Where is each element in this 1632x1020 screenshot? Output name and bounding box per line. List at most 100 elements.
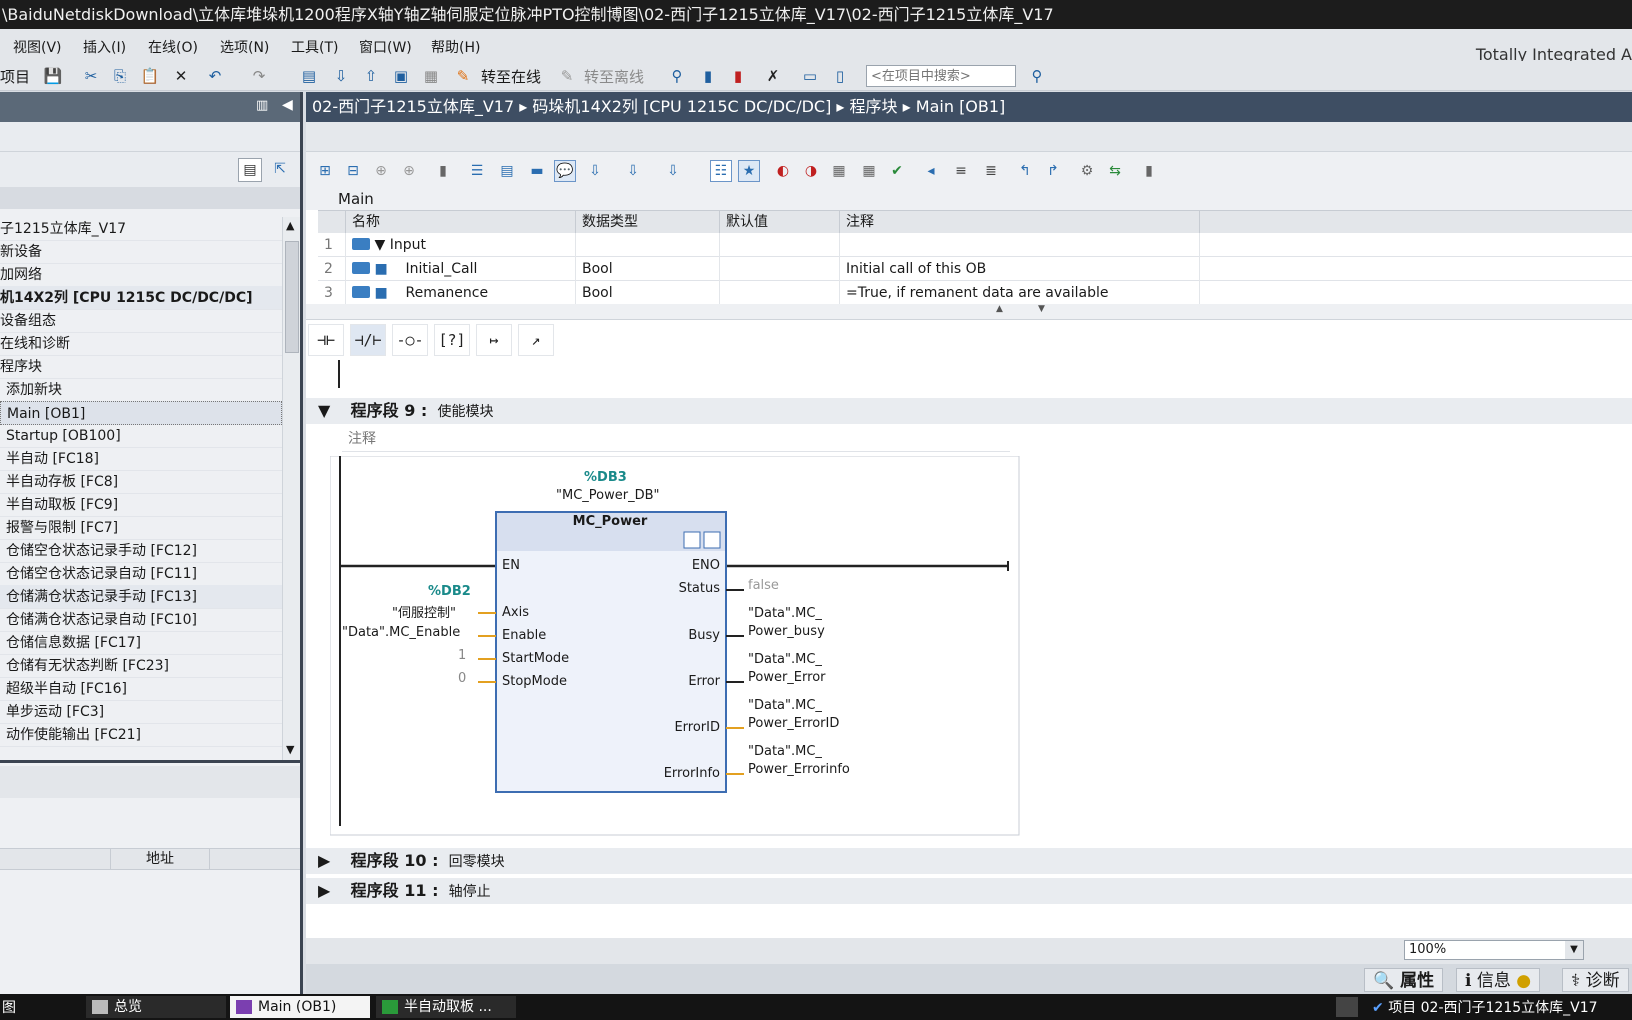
tree-item-online-diag[interactable]: 在线和诊断 — [0, 332, 282, 356]
errorinfo-operand-line2[interactable]: Power_Errorinfo — [748, 762, 850, 777]
go-offline-button[interactable]: 转至离线 — [584, 66, 644, 87]
pin-icon[interactable]: ▥ — [256, 98, 268, 113]
project-search-input[interactable] — [866, 65, 1016, 87]
menu-options[interactable]: 选项(N) — [220, 37, 269, 57]
empty-box-icon[interactable]: [?] — [434, 324, 470, 356]
tree-list-icon[interactable]: ≣ — [980, 160, 1002, 182]
tree-item-fc10[interactable]: 仓储满仓状态记录自动 [FC10] — [0, 608, 282, 632]
tree-item-fc9[interactable]: 半自动取板 [FC9] — [0, 493, 282, 517]
error-operand-line2[interactable]: Power_Error — [748, 670, 826, 685]
chevron-down-icon[interactable]: ▼ — [1565, 941, 1583, 959]
contact-no-icon[interactable]: ⊣⊢ — [308, 324, 344, 356]
compare-icon[interactable]: ▦ — [858, 160, 880, 182]
breadcrumb-plc[interactable]: 码垛机14X2列 [CPU 1215C DC/DC/DC] — [532, 97, 831, 116]
tree-item-fc18[interactable]: 半自动 [FC18] — [0, 447, 282, 471]
expand-icon[interactable]: ▶ — [318, 881, 330, 900]
error-operand-line1[interactable]: "Data".MC_ — [748, 652, 822, 667]
align-left-icon[interactable]: ☰ — [466, 160, 488, 182]
menu-tools[interactable]: 工具(T) — [291, 37, 338, 57]
expand-icon[interactable]: ▶ — [318, 851, 330, 870]
tree-item-fc11[interactable]: 仓储空仓状态记录自动 [FC11] — [0, 562, 282, 586]
open-all-networks-icon[interactable]: ▤ — [496, 160, 518, 182]
breadcrumb-project[interactable]: 02-西门子1215立体库_V17 — [312, 97, 514, 116]
cross-ref-icon[interactable]: ✗ — [762, 65, 784, 87]
block-name[interactable]: MC_Power — [570, 514, 650, 529]
download-icon[interactable]: ⇩ — [330, 65, 352, 87]
list-icon[interactable]: ≡ — [950, 160, 972, 182]
settings-icon[interactable]: ▮ — [1138, 160, 1160, 182]
comment-toggle-icon[interactable]: 💬 — [554, 160, 576, 182]
tree-view-icon[interactable]: ▤ — [238, 158, 262, 182]
splitter-down-icon[interactable]: ▼ — [1038, 304, 1045, 314]
close-branch-icon[interactable]: ↗ — [518, 324, 554, 356]
simulate-icon[interactable]: ▦ — [420, 65, 442, 87]
network-overview-icon[interactable]: ☷ — [710, 160, 732, 182]
tree-scrollbar[interactable]: ▲ ▼ — [282, 217, 300, 760]
tree-item-plc[interactable]: 机14X2列 [CPU 1215C DC/DC/DC] — [0, 286, 282, 310]
errorid-operand-line2[interactable]: Power_ErrorID — [748, 716, 839, 731]
tree-item-device-config[interactable]: 设备组态 — [0, 309, 282, 333]
collapse-icon[interactable]: ▼ — [318, 401, 330, 420]
tree-item-fc23[interactable]: 仓储有无状态判断 [FC23] — [0, 654, 282, 678]
collapse-panel-icon[interactable]: ◀ — [282, 97, 293, 113]
monitor-icon[interactable]: ◐ — [772, 160, 794, 182]
tree-item-fc3[interactable]: 单步运动 [FC3] — [0, 700, 282, 724]
network-9-header[interactable]: ▼ 程序段 9 : 使能模块 — [306, 398, 1632, 424]
errorinfo-operand-line1[interactable]: "Data".MC_ — [748, 744, 822, 759]
interface-splitter[interactable]: ▲ ▼ — [306, 304, 1632, 320]
table-row[interactable]: 3 ■ Remanence Bool =True, if remanent da… — [318, 281, 1632, 305]
tree-item-add-block[interactable]: 添加新块 — [0, 378, 282, 402]
network-comment[interactable]: 注释 — [342, 426, 1010, 452]
network-10-header[interactable]: ▶ 程序段 10 : 回零模块 — [306, 848, 1632, 874]
insert-row-icon[interactable]: ⊕ — [370, 160, 392, 182]
menu-insert[interactable]: 插入(I) — [83, 37, 126, 57]
redo-icon[interactable]: ↷ — [248, 65, 270, 87]
compile-icon[interactable]: ▤ — [298, 65, 320, 87]
network-11-header[interactable]: ▶ 程序段 11 : 轴停止 — [306, 878, 1632, 904]
stop-cpu-icon[interactable]: ▮ — [727, 65, 749, 87]
favorites-icon[interactable]: ⇩ — [622, 160, 644, 182]
monitor-values-icon[interactable]: ⇆ — [1104, 160, 1126, 182]
tree-export-icon[interactable]: ⇱ — [268, 158, 292, 182]
taskbar-main-ob1[interactable]: Main (OB1) — [230, 996, 370, 1018]
tree-item-startup[interactable]: Startup [OB100] — [0, 424, 282, 448]
tree-item-network[interactable]: 加网络 — [0, 263, 282, 287]
favorites-bar-icon[interactable]: ★ — [738, 160, 760, 182]
tree-item-fc8[interactable]: 半自动存板 [FC8] — [0, 470, 282, 494]
menu-window[interactable]: 窗口(W) — [359, 37, 412, 57]
check-icon[interactable]: ✔ — [886, 160, 908, 182]
prev-error-icon[interactable]: ◂ — [920, 160, 942, 182]
tree-item-fc21[interactable]: 动作使能输出 [FC21] — [0, 723, 282, 747]
taskbar-overview[interactable]: 总览 — [86, 996, 226, 1018]
modify-icon[interactable]: ▦ — [828, 160, 850, 182]
start-cpu-icon[interactable]: ▮ — [697, 65, 719, 87]
menu-online[interactable]: 在线(O) — [148, 37, 198, 57]
busy-operand-line2[interactable]: Power_busy — [748, 624, 825, 639]
splitter-up-icon[interactable]: ▲ — [996, 304, 1003, 314]
tree-item-fc17[interactable]: 仓储信息数据 [FC17] — [0, 631, 282, 655]
tree-item-program-blocks[interactable]: 程序块 — [0, 355, 282, 379]
tab-info[interactable]: ℹ 信息 ● — [1456, 968, 1541, 992]
stop-monitor-icon[interactable]: ◑ — [800, 160, 822, 182]
tree-item-project[interactable]: 子1215立体库_V17 — [0, 217, 282, 241]
instance-db-name[interactable]: "MC_Power_DB" — [556, 488, 660, 503]
tree-item-fc12[interactable]: 仓储空仓状态记录手动 [FC12] — [0, 539, 282, 563]
tree-item-main-ob1[interactable]: Main [OB1] — [0, 401, 282, 425]
tree-item-fc13[interactable]: 仓储满仓状态记录手动 [FC13] — [0, 585, 282, 609]
delete-icon[interactable]: ✕ — [170, 65, 192, 87]
split-vertical-icon[interactable]: ▯ — [829, 65, 851, 87]
go-online-icon[interactable]: ✎ — [452, 65, 474, 87]
tab-diagnostics[interactable]: ⚕ 诊断 — [1562, 968, 1629, 992]
copy-icon[interactable]: ⎘ — [109, 65, 131, 87]
expand-icon[interactable]: ▼ — [374, 237, 385, 253]
tree-item-fc7[interactable]: 报警与限制 [FC7] — [0, 516, 282, 540]
stopmode-operand[interactable]: 0 — [458, 671, 466, 686]
cut-icon[interactable]: ✂ — [80, 65, 102, 87]
prev-bookmark-icon[interactable]: ↰ — [1014, 160, 1036, 182]
go-offline-icon[interactable]: ✎ — [556, 65, 578, 87]
delete-network-icon[interactable]: ⊟ — [342, 160, 364, 182]
search-go-icon[interactable]: ⚲ — [1026, 65, 1048, 87]
table-row[interactable]: 2 ■ Initial_Call Bool Initial call of th… — [318, 257, 1632, 281]
errorid-operand-line1[interactable]: "Data".MC_ — [748, 698, 822, 713]
save-icon[interactable]: 💾 — [42, 65, 64, 87]
